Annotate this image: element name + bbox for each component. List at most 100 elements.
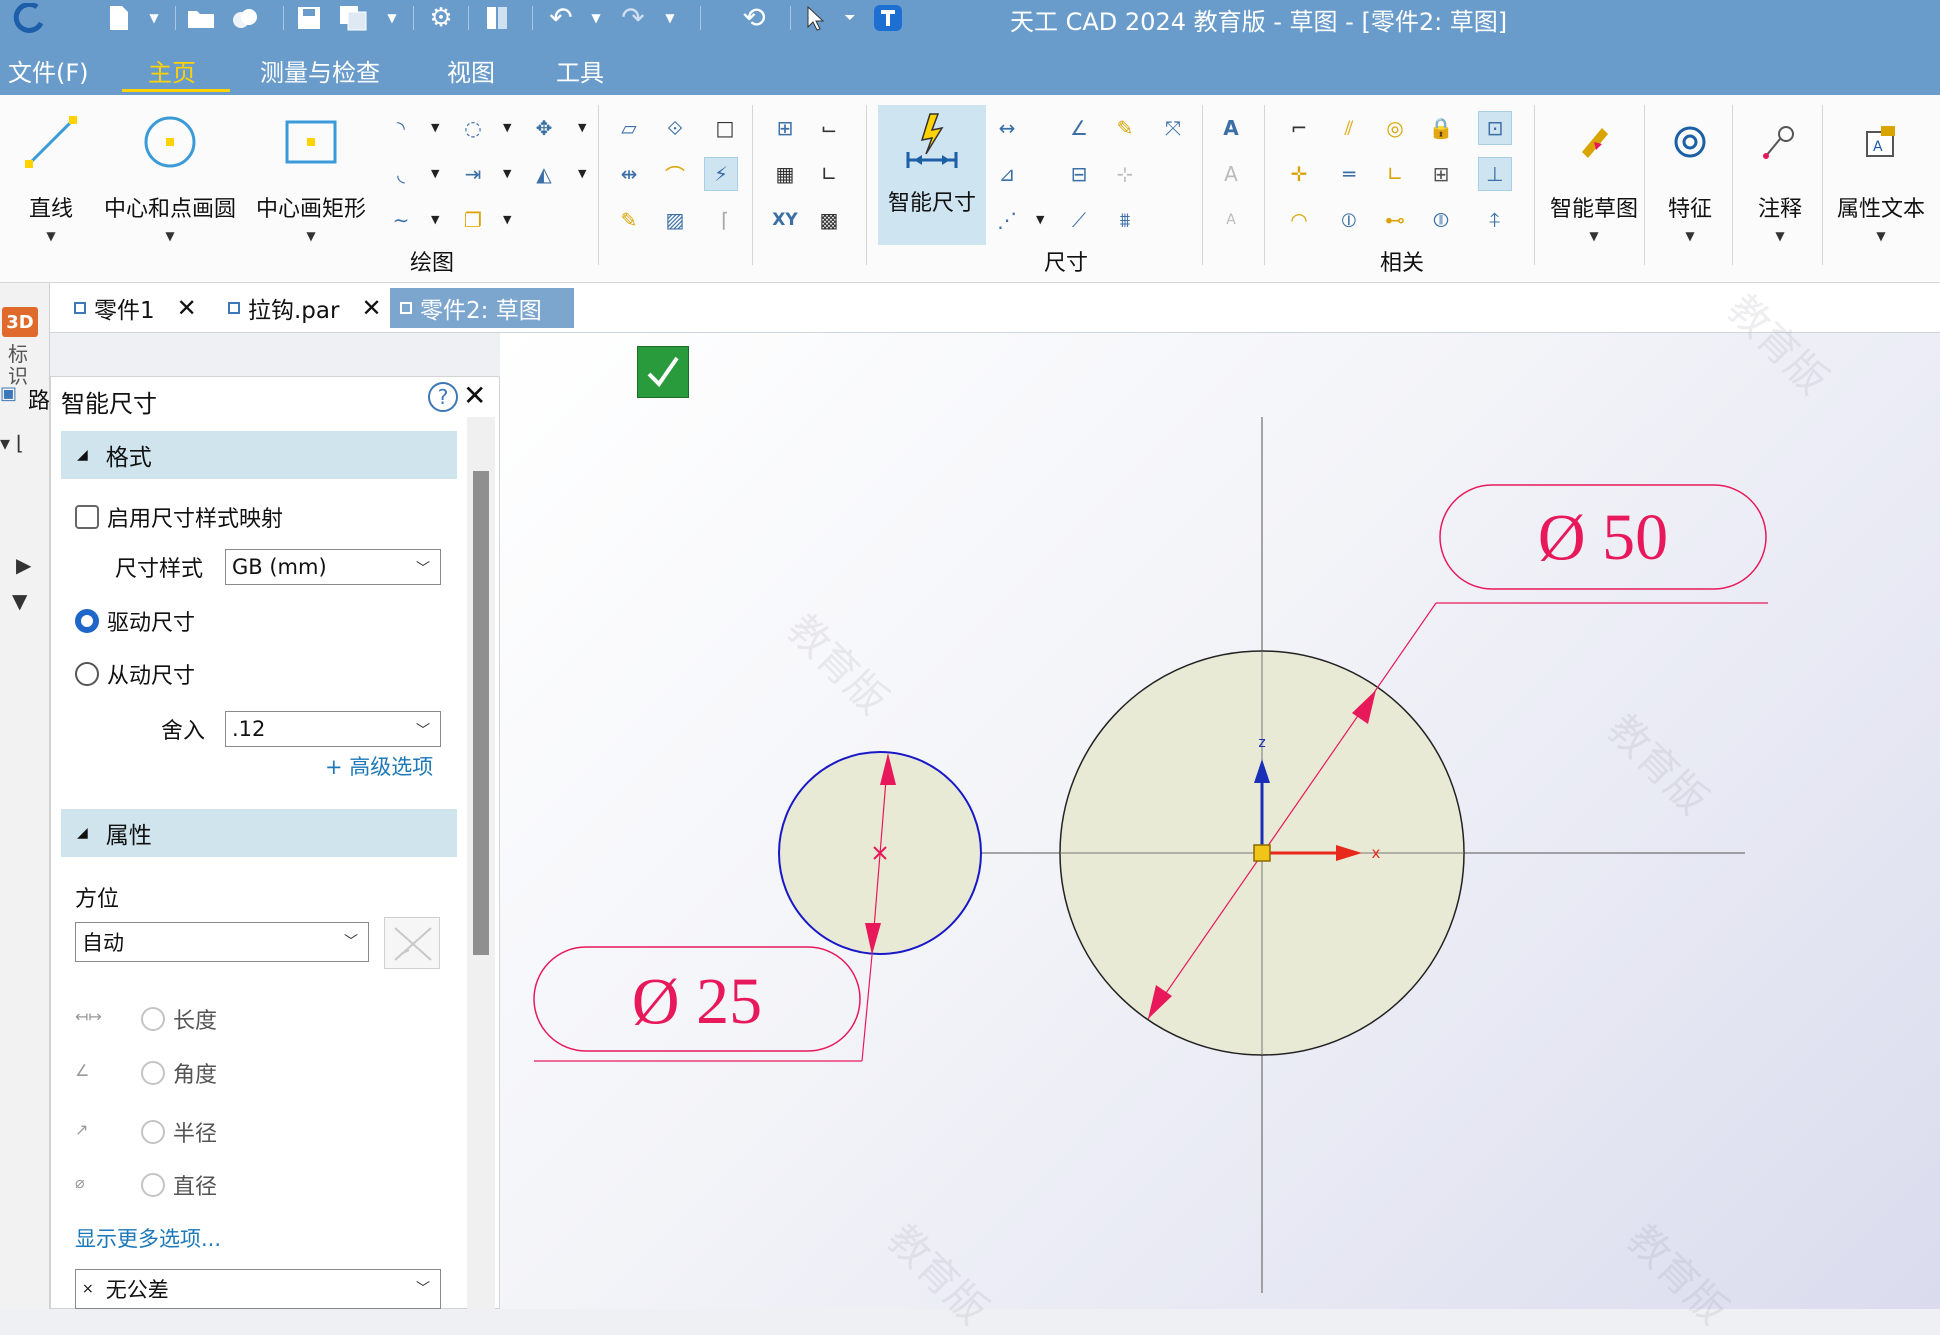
xy-icon[interactable]: XY	[768, 203, 802, 237]
orientation-pick-button[interactable]	[384, 917, 440, 969]
region-icon[interactable]: ⌈	[708, 203, 742, 237]
select-pointer-icon[interactable]	[800, 4, 830, 31]
ellipse-dropdown-icon[interactable]: ▼	[503, 121, 511, 134]
close-tab-icon[interactable]: ✕	[361, 294, 381, 322]
properties-section-header[interactable]: ◢ 属性	[61, 809, 457, 857]
square-icon[interactable]: □	[708, 111, 742, 145]
menu-file[interactable]: 文件(F)	[8, 53, 89, 88]
angle-between-icon[interactable]: ⊿	[990, 157, 1024, 191]
center-rectangle-button[interactable]: 中心画矩形 ▼	[252, 107, 370, 243]
enable-style-mapping-checkbox[interactable]	[75, 505, 99, 529]
curve-dropdown-icon[interactable]: ▼	[431, 213, 439, 226]
text-small-icon[interactable]: A	[1214, 203, 1248, 237]
grid-icon[interactable]: ⊞	[768, 111, 802, 145]
panel-scrollbar-thumb[interactable]	[473, 471, 489, 955]
tree-collapse-icon[interactable]: ▼	[12, 589, 27, 613]
ellipse-icon[interactable]: ◌	[456, 111, 490, 145]
select-dropdown-icon[interactable]: ⏷	[838, 4, 862, 31]
curve-icon[interactable]: ∼	[384, 203, 418, 237]
perpendicular-icon[interactable]: ∟	[1378, 157, 1412, 191]
tiangong-logo-icon[interactable]	[872, 4, 904, 31]
tree-node-icon[interactable]: ▣	[0, 383, 17, 404]
circle-dropdown-icon[interactable]: ▼	[165, 229, 174, 243]
undo-icon[interactable]: ↶	[544, 1, 578, 34]
angle-radio[interactable]	[141, 1061, 165, 1085]
save-all-icon[interactable]	[338, 4, 368, 31]
disabled-dim-icon[interactable]: ⊹	[1108, 157, 1142, 191]
extend-dropdown-icon[interactable]: ▼	[503, 167, 511, 180]
menu-tools[interactable]: 工具	[556, 53, 604, 88]
split-icon[interactable]: ⇹	[612, 157, 646, 191]
save-icon[interactable]	[294, 4, 324, 31]
center-point-circle-button[interactable]: 中心和点画圆 ▼	[100, 107, 240, 243]
orientation-select[interactable]: 自动 ﹀	[75, 922, 369, 962]
redo-dropdown-icon[interactable]: ▼	[660, 4, 680, 31]
new-file-icon[interactable]	[104, 4, 134, 31]
extend-icon[interactable]: ⇥	[456, 157, 490, 191]
redo-icon[interactable]: ↷	[616, 1, 650, 34]
menu-home[interactable]: 主页	[148, 53, 196, 88]
round-select[interactable]: .12 ﹀	[225, 711, 441, 747]
feature-dropdown-icon[interactable]: ▼	[1685, 229, 1694, 243]
maintain-relation-icon[interactable]: ⍏	[1478, 203, 1512, 237]
open-folder-icon[interactable]	[186, 4, 216, 31]
tangent-arc-dropdown-icon[interactable]: ▼	[431, 167, 439, 180]
attribute-text-dropdown-icon[interactable]: ▼	[1876, 229, 1885, 243]
project-icon[interactable]: ⏥	[612, 111, 646, 145]
coordinate-dim-dropdown-icon[interactable]: ▼	[1036, 213, 1044, 226]
arc-dropdown-icon[interactable]: ▼	[431, 121, 439, 134]
move-dropdown-icon[interactable]: ▼	[578, 121, 586, 134]
lock-icon[interactable]: 🔒	[1424, 111, 1458, 145]
save-dropdown-icon[interactable]: ▼	[382, 4, 402, 31]
tangent-icon[interactable]: ◠	[1282, 203, 1316, 237]
tangent-arc-icon[interactable]: ◟	[384, 157, 418, 191]
fillet-icon[interactable]: ⌒	[658, 157, 692, 191]
offset-dropdown-icon[interactable]: ▼	[503, 213, 511, 226]
angle-dim-icon[interactable]: ∠	[1062, 111, 1096, 145]
show-more-options-link[interactable]: 显示更多选项...	[75, 1223, 221, 1253]
pencil-icon[interactable]: ✎	[612, 203, 646, 237]
collinear-icon[interactable]: ⊷	[1378, 203, 1412, 237]
attribute-text-button[interactable]: A 属性文本 ▼	[1826, 107, 1936, 243]
relation-lock-icon[interactable]: ⊡	[1478, 111, 1512, 145]
small-diameter-label[interactable]: Ø 25	[632, 965, 762, 1038]
delete-dim-icon[interactable]: ⤧	[1156, 111, 1190, 145]
smart-trim-icon[interactable]: ⚡	[704, 157, 738, 191]
relation-handle-icon[interactable]: ⊥	[1478, 157, 1512, 191]
corner-icon[interactable]: ∟	[812, 157, 846, 191]
driving-dimension-radio[interactable]	[75, 609, 99, 633]
coordinate-dim-icon[interactable]: ⋰	[990, 203, 1024, 237]
undo-dropdown-icon[interactable]: ▼	[586, 4, 606, 31]
concentric-icon[interactable]: ◎	[1378, 111, 1412, 145]
settings-gear-icon[interactable]: ⚙	[424, 3, 458, 33]
tree-sketch-icon[interactable]: ⌊	[16, 431, 24, 455]
parallel-icon[interactable]: ⫽	[1332, 111, 1366, 145]
annotation-dropdown-icon[interactable]: ▼	[1775, 229, 1784, 243]
offset-icon[interactable]: ❐	[456, 203, 490, 237]
rectangle-dropdown-icon[interactable]: ▼	[306, 229, 315, 243]
distance-icon[interactable]: ↔	[990, 111, 1024, 145]
move-icon[interactable]: ✥	[527, 111, 561, 145]
radius-radio[interactable]	[141, 1120, 165, 1144]
symmetric-icon[interactable]: ⦶	[1332, 203, 1366, 237]
panel-scrollbar[interactable]	[467, 417, 495, 1310]
annotation-button[interactable]: 注释 ▼	[1742, 107, 1818, 243]
cloud-icon[interactable]	[230, 4, 260, 31]
arc-icon[interactable]: ◝	[384, 111, 418, 145]
tree-expand-down-icon[interactable]: ▾	[0, 431, 10, 455]
sketch-canvas[interactable]: 教育版 教育版 教育版 教育版 教育版 Ø 50 Ø 25 z x	[500, 286, 1940, 1334]
coordinate-icon[interactable]: ⌙	[812, 111, 846, 145]
menu-view[interactable]: 视图	[447, 53, 495, 88]
panel-toggle-icon[interactable]	[482, 4, 512, 31]
table-icon[interactable]: ▦	[768, 157, 802, 191]
smart-sketch-button[interactable]: 智能草图 ▼	[1542, 107, 1646, 243]
chamfer-dim-icon[interactable]: ⟋	[1062, 203, 1096, 237]
close-tab-icon[interactable]: ✕	[177, 294, 197, 322]
smart-sketch-dropdown-icon[interactable]: ▼	[1589, 229, 1598, 243]
text-icon[interactable]: A	[1214, 111, 1248, 145]
edit-grid-icon[interactable]: ▩	[812, 203, 846, 237]
mirror-dropdown-icon[interactable]: ▼	[578, 167, 586, 180]
horizontal-vertical-icon[interactable]: ⌐	[1282, 111, 1316, 145]
previous-view-icon[interactable]: ⟲	[737, 1, 771, 34]
driven-dimension-radio[interactable]	[75, 662, 99, 686]
